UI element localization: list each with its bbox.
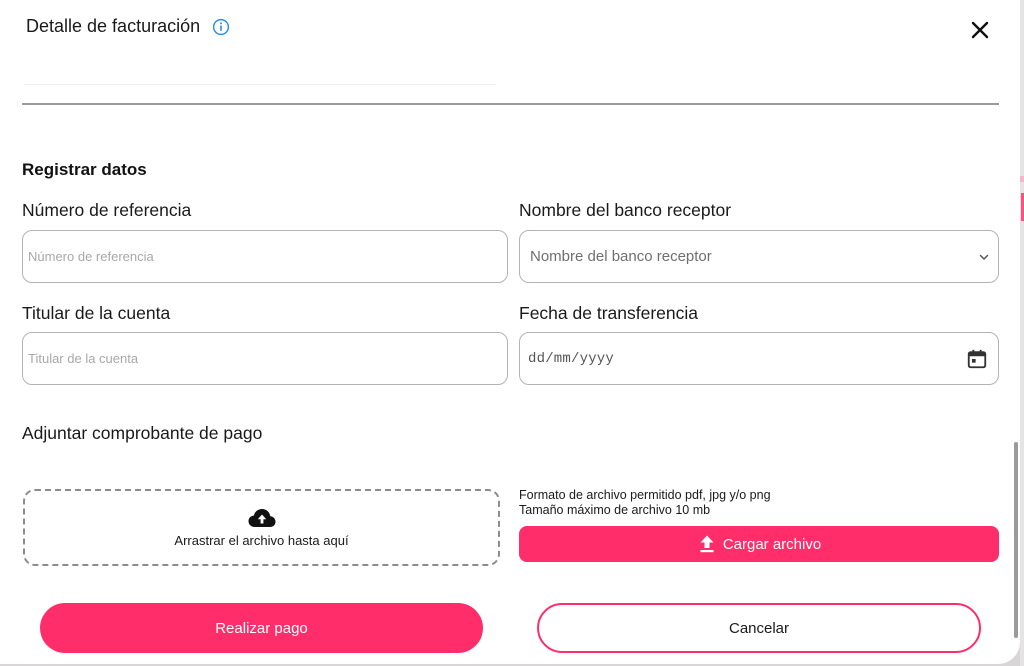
date-label: Fecha de transferencia bbox=[519, 303, 698, 323]
cloud-upload-icon bbox=[248, 509, 275, 527]
attachment-label: Adjuntar comprobante de pago bbox=[22, 423, 263, 443]
upload-file-label: Cargar archivo bbox=[722, 535, 822, 553]
close-icon[interactable] bbox=[968, 18, 992, 42]
bank-select-value: Nombre del banco receptor bbox=[530, 248, 712, 265]
make-payment-button[interactable]: Realizar pago bbox=[40, 603, 483, 653]
format-hint: Formato de archivo permitido pdf, jpg y/… bbox=[519, 488, 771, 502]
holder-field bbox=[22, 332, 508, 385]
cancel-button[interactable]: Cancelar bbox=[537, 603, 981, 653]
dropzone-text: Arrastrar el archivo hasta aquí bbox=[174, 533, 349, 548]
upload-file-button[interactable]: Cargar archivo bbox=[519, 526, 999, 562]
section-title: Registrar datos bbox=[22, 160, 147, 179]
bank-label: Nombre del banco receptor bbox=[519, 200, 732, 220]
modal-title: Detalle de facturación bbox=[26, 16, 201, 36]
info-icon[interactable] bbox=[212, 18, 230, 36]
billing-detail-modal: Detalle de facturación Registrar datos N… bbox=[0, 0, 1020, 664]
background-accent bbox=[1020, 176, 1024, 182]
modal-header: Detalle de facturación bbox=[26, 16, 230, 37]
upload-icon bbox=[700, 535, 714, 553]
header-divider bbox=[22, 103, 999, 105]
holder-label: Titular de la cuenta bbox=[22, 303, 171, 323]
date-input[interactable]: dd/mm/yyyy bbox=[519, 332, 999, 385]
faint-divider bbox=[24, 84, 496, 85]
reference-label: Número de referencia bbox=[22, 200, 192, 220]
calendar-icon[interactable] bbox=[966, 348, 988, 370]
reference-field bbox=[22, 230, 508, 283]
chevron-down-icon bbox=[979, 254, 989, 260]
file-dropzone[interactable]: Arrastrar el archivo hasta aquí bbox=[23, 489, 500, 566]
date-input-value: dd/mm/yyyy bbox=[528, 350, 615, 367]
background-edge bbox=[1020, 0, 1024, 666]
scrollbar[interactable] bbox=[1014, 442, 1018, 638]
reference-input[interactable] bbox=[23, 231, 507, 282]
bank-select[interactable]: Nombre del banco receptor bbox=[519, 230, 999, 283]
size-hint: Tamaño máximo de archivo 10 mb bbox=[519, 503, 711, 517]
holder-input[interactable] bbox=[23, 333, 507, 384]
